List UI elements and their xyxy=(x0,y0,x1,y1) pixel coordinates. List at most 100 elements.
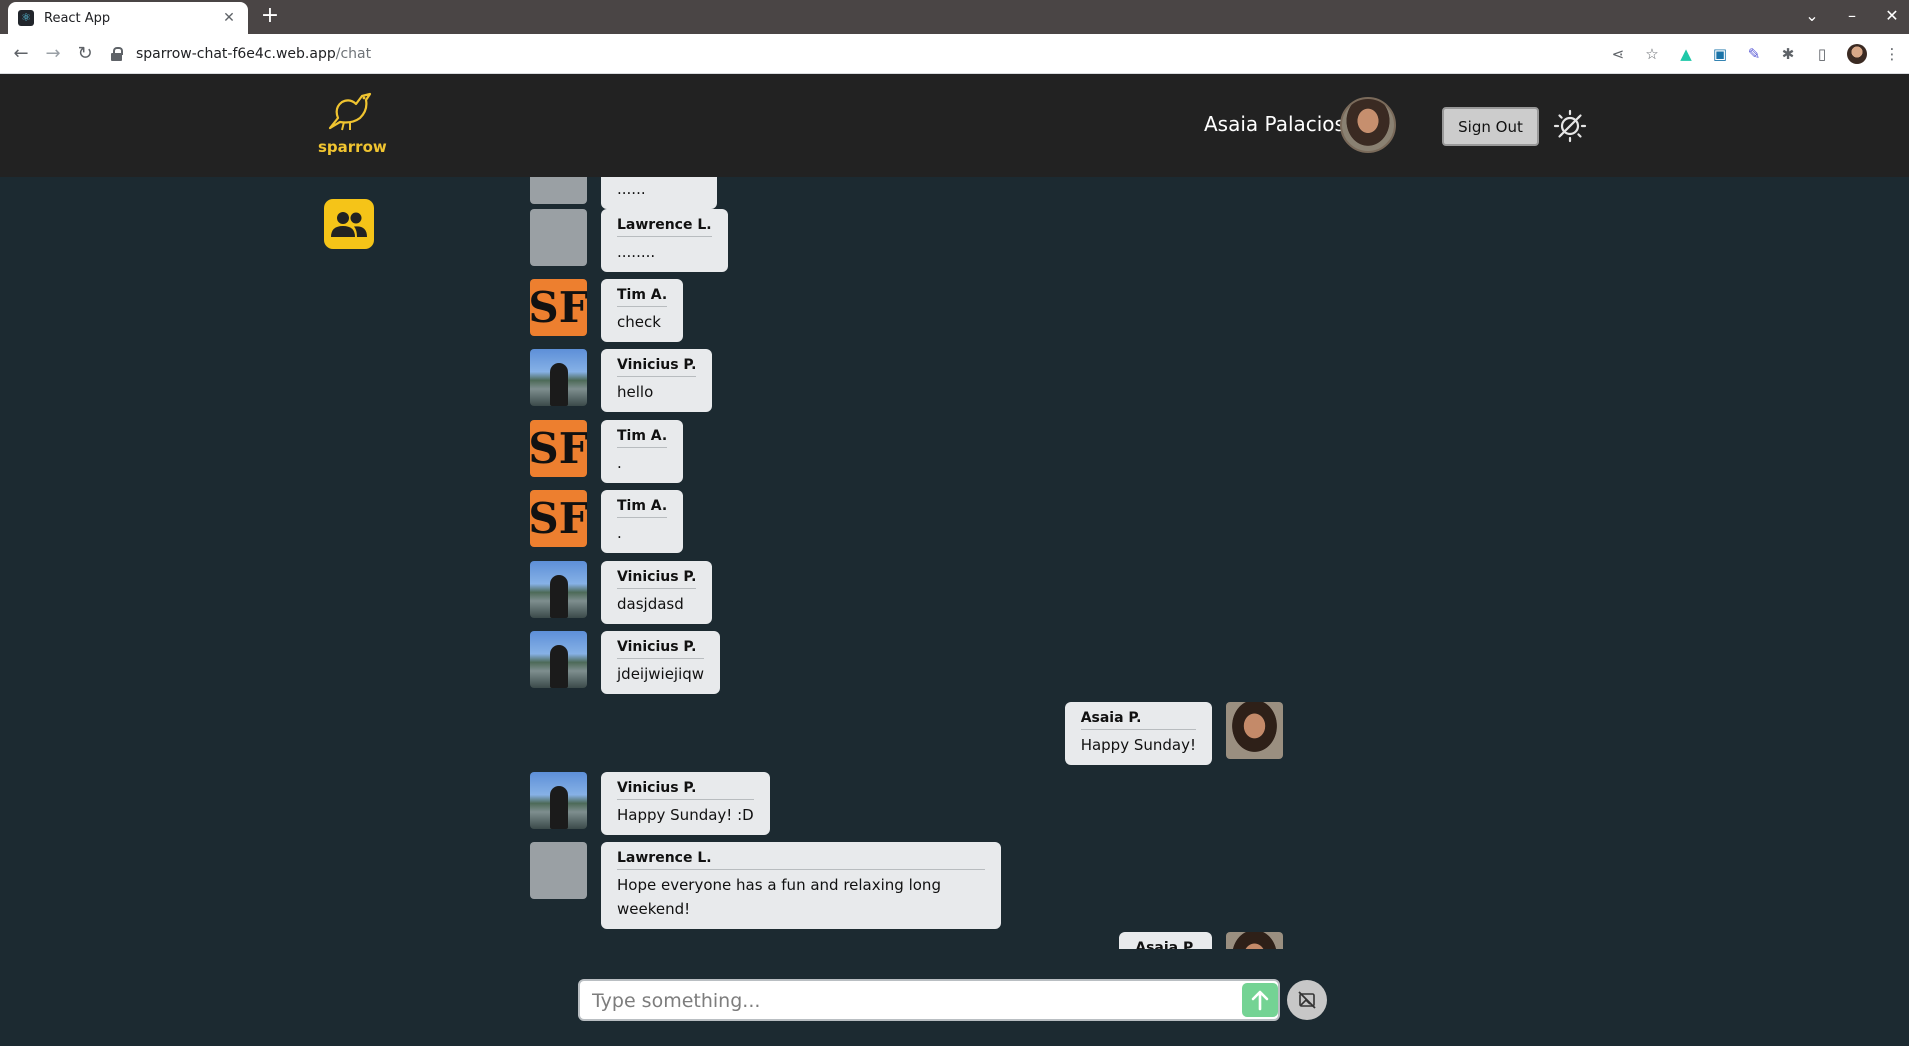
url-path: /chat xyxy=(335,46,372,62)
sender-name: Lawrence L. xyxy=(617,850,985,870)
message: Asaia P. Happy Sunday! xyxy=(1064,702,1283,765)
url-field[interactable]: sparrow-chat-f6e4c.web.app/chat xyxy=(110,39,1680,69)
sender-name: Lawrence L. xyxy=(617,217,712,237)
sender-name: Vinicius P. xyxy=(617,639,705,659)
extension-icon[interactable]: ✎ xyxy=(1745,45,1763,63)
message-text: jdeijwiejiqw xyxy=(617,665,705,683)
profile-avatar[interactable] xyxy=(1847,44,1867,64)
message-text: ........ xyxy=(617,243,656,261)
message: Asaia P. xyxy=(1119,932,1283,949)
message-text: dasjdasd xyxy=(617,595,684,613)
url-domain: sparrow-chat-f6e4c.web.app xyxy=(136,46,336,62)
sender-name: Asaia P. xyxy=(1135,940,1196,949)
message-bubble: ...... xyxy=(601,177,717,209)
message-composer xyxy=(578,979,1280,1021)
sign-out-button[interactable]: Sign Out xyxy=(1442,107,1539,146)
message-bubble: Vinicius P. dasjdasd xyxy=(601,561,713,624)
rooms-button[interactable] xyxy=(324,199,374,249)
message-text: hello xyxy=(617,383,654,401)
sender-avatar xyxy=(530,772,587,829)
extension-icon[interactable]: ▲ xyxy=(1677,45,1695,63)
message-text: Happy Sunday! xyxy=(1080,736,1196,754)
sender-avatar xyxy=(530,842,587,899)
forward-button[interactable]: → xyxy=(42,43,64,65)
message-bubble: Vinicius P. hello xyxy=(601,349,713,412)
sidepanel-icon[interactable]: ▯ xyxy=(1813,45,1831,63)
extension-icon[interactable]: ▣ xyxy=(1711,45,1729,63)
message-bubble: Asaia P. Happy Sunday! xyxy=(1064,702,1212,765)
sender-avatar xyxy=(530,631,587,688)
close-window-icon[interactable]: ✕ xyxy=(1883,6,1901,25)
sender-avatar xyxy=(530,349,587,406)
message: ...... xyxy=(530,177,717,209)
sender-avatar: SF xyxy=(530,279,587,336)
message: Vinicius P. hello xyxy=(530,349,713,412)
back-button[interactable]: ← xyxy=(10,43,32,65)
message-list[interactable]: ...... Lawrence L. ........ SF Tim A. ch… xyxy=(530,177,1380,949)
message: Lawrence L. ........ xyxy=(530,209,728,272)
sender-avatar: SF xyxy=(530,490,587,547)
tab-search-icon[interactable]: ⌄ xyxy=(1803,6,1821,25)
sender-avatar xyxy=(530,561,587,618)
sf-logo-icon: SF xyxy=(530,423,587,473)
message: Lawrence L. Hope everyone has a fun and … xyxy=(530,842,1001,929)
reload-button[interactable]: ↻ xyxy=(74,43,96,65)
sender-avatar xyxy=(1226,702,1283,759)
message-bubble: Tim A. . xyxy=(601,490,684,553)
sender-name: Tim A. xyxy=(617,498,668,518)
user-name: Asaia Palacios xyxy=(1204,112,1345,136)
message: Vinicius P. jdeijwiejiqw xyxy=(530,631,721,694)
extension-toolbar: ⋖ ☆ ▲ ▣ ✎ ✱ ▯ ⋮ xyxy=(1609,44,1901,64)
message: Vinicius P. Happy Sunday! :D xyxy=(530,772,770,835)
message-text: ...... xyxy=(617,180,646,198)
sender-name: Asaia P. xyxy=(1080,710,1196,730)
sender-name: Vinicius P. xyxy=(617,780,754,800)
menu-icon[interactable]: ⋮ xyxy=(1883,45,1901,63)
minimize-icon[interactable]: – xyxy=(1843,6,1861,25)
users-icon xyxy=(331,212,367,237)
message-text: . xyxy=(617,454,622,472)
message-bubble: Lawrence L. ........ xyxy=(601,209,728,272)
share-icon[interactable]: ⋖ xyxy=(1609,45,1627,63)
message-bubble: Tim A. check xyxy=(601,279,684,342)
sender-avatar xyxy=(530,177,587,204)
theme-toggle-icon[interactable] xyxy=(1553,109,1587,143)
sender-avatar xyxy=(530,209,587,266)
tab-close-icon[interactable]: ✕ xyxy=(220,10,238,26)
message: SF Tim A. . xyxy=(530,490,684,553)
browser-tabbar: ⚛ React App ✕ + ⌄ – ✕ xyxy=(0,0,1909,34)
lock-icon xyxy=(110,47,124,61)
sparrow-logo[interactable]: sparrow xyxy=(318,88,387,156)
message-text: . xyxy=(617,524,622,542)
sf-logo-icon: SF xyxy=(530,493,587,543)
browser-tab[interactable]: ⚛ React App ✕ xyxy=(8,2,248,34)
user-avatar xyxy=(1340,97,1396,153)
message-bubble: Lawrence L. Hope everyone has a fun and … xyxy=(601,842,1001,929)
image-off-icon xyxy=(1298,991,1316,1009)
image-toggle-button[interactable] xyxy=(1287,980,1327,1020)
message-input[interactable] xyxy=(592,987,1212,1015)
sender-avatar xyxy=(1226,932,1283,949)
sender-name: Vinicius P. xyxy=(617,357,697,377)
react-favicon-icon: ⚛ xyxy=(18,10,34,26)
sparrow-bird-icon xyxy=(328,92,372,131)
message-text: check xyxy=(617,313,661,331)
message-bubble: Vinicius P. Happy Sunday! :D xyxy=(601,772,770,835)
browser-address-bar: ← → ↻ sparrow-chat-f6e4c.web.app/chat ⋖ … xyxy=(0,34,1909,74)
star-icon[interactable]: ☆ xyxy=(1643,45,1661,63)
message-bubble: Vinicius P. jdeijwiejiqw xyxy=(601,631,721,694)
window-controls: ⌄ – ✕ xyxy=(1803,6,1901,25)
puzzle-icon[interactable]: ✱ xyxy=(1779,45,1797,63)
send-button[interactable] xyxy=(1242,983,1278,1017)
sender-avatar: SF xyxy=(530,420,587,477)
message-text: Happy Sunday! :D xyxy=(617,806,754,824)
message-bubble: Asaia P. xyxy=(1119,932,1212,949)
message: Vinicius P. dasjdasd xyxy=(530,561,713,624)
message-bubble: Tim A. . xyxy=(601,420,684,483)
sender-name: Vinicius P. xyxy=(617,569,697,589)
arrow-up-icon xyxy=(1251,990,1269,1011)
message: SF Tim A. . xyxy=(530,420,684,483)
sender-name: Tim A. xyxy=(617,287,668,307)
message-text: Hope everyone has a fun and relaxing lon… xyxy=(617,876,941,918)
new-tab-button[interactable]: + xyxy=(258,5,282,29)
